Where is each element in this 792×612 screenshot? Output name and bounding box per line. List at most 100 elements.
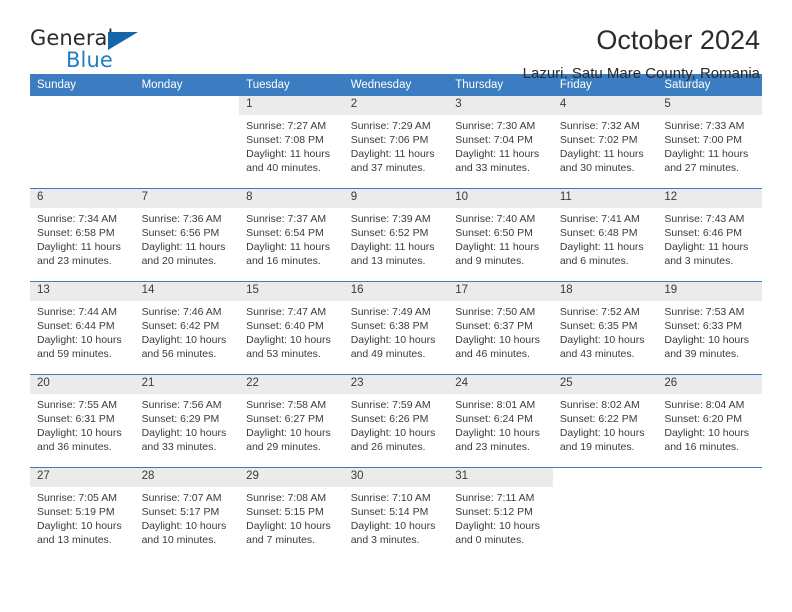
calendar-day-cell[interactable]: 21 Sunrise: 7:56 AM Sunset: 6:29 PM Dayligh…	[134, 375, 240, 467]
calendar-day-cell[interactable]: 1 Sunrise: 7:27 AM Sunset: 7:08 PM Daylight…	[239, 96, 344, 188]
sunset-text: Sunset: 7:00 PM	[664, 134, 743, 147]
daylight-text-line1: Daylight: 10 hours	[350, 334, 436, 347]
brand-triangle-icon	[108, 32, 138, 50]
sunset-text: Sunset: 6:44 PM	[37, 320, 115, 333]
day-details: Sunrise: 7:44 AM Sunset: 6:44 PM Daylight:…	[30, 301, 135, 361]
day-details: Sunrise: 7:34 AM Sunset: 6:58 PM Daylight:…	[30, 208, 135, 268]
sunset-text: Sunset: 5:17 PM	[141, 506, 220, 519]
day-number: 13	[30, 282, 135, 301]
daylight-text-line1: Daylight: 11 hours	[37, 241, 121, 254]
sunrise-text: Sunrise: 8:01 AM	[455, 399, 536, 411]
daylight-text-line2: and 9 minutes.	[455, 255, 525, 268]
calendar-day-cell[interactable]: 12 Sunrise: 7:43 AM Sunset: 6:46 PM Dayligh…	[657, 189, 762, 281]
day-details: Sunrise: 7:50 AM Sunset: 6:37 PM Daylight:…	[448, 301, 553, 361]
calendar-day-cell[interactable]: 14 Sunrise: 7:46 AM Sunset: 6:42 PM Dayligh…	[134, 282, 240, 374]
day-number: 25	[552, 375, 658, 394]
calendar-day-cell[interactable]: 16 Sunrise: 7:49 AM Sunset: 6:38 PM Dayligh…	[343, 282, 449, 374]
sunrise-text: Sunrise: 8:04 AM	[664, 399, 745, 411]
calendar-day-cell[interactable]: 2 Sunrise: 7:29 AM Sunset: 7:06 PM Daylight…	[343, 96, 449, 188]
sunset-text: Sunset: 5:19 PM	[37, 506, 115, 519]
calendar-day-cell[interactable]: 27 Sunrise: 7:05 AM Sunset: 5:19 PM Dayligh…	[30, 468, 135, 560]
calendar-day-cell[interactable]: 5 Sunrise: 7:33 AM Sunset: 7:00 PM Daylight…	[657, 96, 762, 188]
daylight-text-line2: and 19 minutes.	[559, 441, 635, 454]
sunrise-text: Sunrise: 7:11 AM	[455, 492, 535, 504]
calendar-day-cell[interactable]: 11 Sunrise: 7:41 AM Sunset: 6:48 PM Dayligh…	[552, 189, 658, 281]
sunset-text: Sunset: 6:46 PM	[664, 227, 743, 240]
sunset-text: Sunset: 6:56 PM	[141, 227, 220, 240]
sunrise-text: Sunrise: 7:49 AM	[350, 306, 431, 318]
daylight-text-line2: and 20 minutes.	[141, 255, 217, 268]
weekday-header-monday: Monday	[134, 74, 240, 96]
brand-logo[interactable]: General Blue	[30, 26, 180, 71]
brand-name-blue: Blue	[66, 48, 113, 72]
calendar-day-cell[interactable]: 15 Sunrise: 7:47 AM Sunset: 6:40 PM Dayligh…	[239, 282, 344, 374]
calendar-day-cell[interactable]: 6 Sunrise: 7:34 AM Sunset: 6:58 PM Daylight…	[30, 189, 135, 281]
daylight-text-line1: Daylight: 11 hours	[455, 148, 540, 161]
day-number: 6	[30, 189, 135, 208]
day-number: 23	[343, 375, 449, 394]
calendar-day-cell[interactable]: 28 Sunrise: 7:07 AM Sunset: 5:17 PM Dayligh…	[134, 468, 240, 560]
daylight-text-line1: Daylight: 10 hours	[350, 427, 436, 440]
sunrise-text: Sunrise: 8:02 AM	[559, 399, 640, 411]
sunset-text: Sunset: 6:37 PM	[455, 320, 533, 333]
sunset-text: Sunset: 7:04 PM	[455, 134, 533, 147]
sunset-text: Sunset: 6:33 PM	[664, 320, 743, 333]
daylight-text-line1: Daylight: 10 hours	[141, 520, 227, 533]
sunrise-text: Sunrise: 7:50 AM	[455, 306, 536, 318]
day-number: 12	[657, 189, 762, 208]
daylight-text-line1: Daylight: 10 hours	[246, 334, 331, 347]
daylight-text-line2: and 13 minutes.	[37, 534, 112, 547]
calendar-day-cell[interactable]: 26 Sunrise: 8:04 AM Sunset: 6:20 PM Dayligh…	[657, 375, 762, 467]
daylight-text-line1: Daylight: 10 hours	[246, 520, 331, 533]
day-details: Sunrise: 7:27 AM Sunset: 7:08 PM Daylight:…	[239, 115, 344, 175]
calendar-day-cell[interactable]: 20 Sunrise: 7:55 AM Sunset: 6:31 PM Dayligh…	[30, 375, 135, 467]
day-number: 8	[239, 189, 344, 208]
sunset-text: Sunset: 7:08 PM	[246, 134, 324, 147]
day-details: Sunrise: 7:11 AM Sunset: 5:12 PM Daylight:…	[448, 487, 553, 547]
day-number: 7	[134, 189, 240, 208]
calendar-day-cell[interactable]: 7 Sunrise: 7:36 AM Sunset: 6:56 PM Daylight…	[134, 189, 240, 281]
daylight-text-line2: and 39 minutes.	[664, 348, 740, 361]
daylight-text-line2: and 37 minutes.	[350, 162, 426, 175]
calendar-day-cell[interactable]: 13 Sunrise: 7:44 AM Sunset: 6:44 PM Dayligh…	[30, 282, 135, 374]
calendar-day-cell[interactable]: 29 Sunrise: 7:08 AM Sunset: 5:15 PM Dayligh…	[239, 468, 344, 560]
sunrise-text: Sunrise: 7:56 AM	[141, 399, 222, 411]
daylight-text-line2: and 26 minutes.	[350, 441, 426, 454]
daylight-text-line1: Daylight: 10 hours	[559, 334, 645, 347]
calendar-day-cell[interactable]: 24 Sunrise: 8:01 AM Sunset: 6:24 PM Dayligh…	[448, 375, 553, 467]
calendar-day-cell[interactable]: 3 Sunrise: 7:30 AM Sunset: 7:04 PM Daylight…	[448, 96, 553, 188]
sunrise-text: Sunrise: 7:27 AM	[246, 120, 327, 132]
sunset-text: Sunset: 5:15 PM	[246, 506, 324, 519]
daylight-text-line1: Daylight: 10 hours	[37, 427, 122, 440]
sunrise-text: Sunrise: 7:36 AM	[141, 213, 222, 225]
calendar-day-cell[interactable]: 25 Sunrise: 8:02 AM Sunset: 6:22 PM Dayligh…	[552, 375, 658, 467]
calendar-week-row: 1 Sunrise: 7:27 AM Sunset: 7:08 PM Daylight…	[30, 96, 762, 189]
daylight-text-line1: Daylight: 11 hours	[664, 241, 749, 254]
daylight-text-line1: Daylight: 10 hours	[664, 427, 750, 440]
calendar-day-cell[interactable]: 9 Sunrise: 7:39 AM Sunset: 6:52 PM Daylight…	[343, 189, 449, 281]
calendar-day-cell[interactable]: 30 Sunrise: 7:10 AM Sunset: 5:14 PM Dayligh…	[343, 468, 449, 560]
day-number: 14	[134, 282, 240, 301]
daylight-text-line2: and 36 minutes.	[37, 441, 112, 454]
sunrise-text: Sunrise: 7:58 AM	[246, 399, 327, 411]
sunset-text: Sunset: 6:42 PM	[141, 320, 220, 333]
calendar-day-cell[interactable]: 4 Sunrise: 7:32 AM Sunset: 7:02 PM Daylight…	[552, 96, 658, 188]
sunrise-text: Sunrise: 7:08 AM	[246, 492, 327, 504]
daylight-text-line1: Daylight: 11 hours	[246, 148, 330, 161]
calendar-day-cell[interactable]: 31 Sunrise: 7:11 AM Sunset: 5:12 PM Dayligh…	[448, 468, 553, 560]
day-number	[657, 468, 762, 487]
daylight-text-line2: and 53 minutes.	[246, 348, 321, 361]
calendar-day-cell[interactable]: 19 Sunrise: 7:53 AM Sunset: 6:33 PM Dayligh…	[657, 282, 762, 374]
daylight-text-line1: Daylight: 11 hours	[559, 241, 644, 254]
calendar-day-cell[interactable]: 22 Sunrise: 7:58 AM Sunset: 6:27 PM Dayligh…	[239, 375, 344, 467]
calendar-day-cell[interactable]: 10 Sunrise: 7:40 AM Sunset: 6:50 PM Dayligh…	[448, 189, 553, 281]
sunset-text: Sunset: 5:12 PM	[455, 506, 533, 519]
calendar-day-cell[interactable]: 8 Sunrise: 7:37 AM Sunset: 6:54 PM Daylight…	[239, 189, 344, 281]
calendar-day-cell[interactable]: 23 Sunrise: 7:59 AM Sunset: 6:26 PM Dayligh…	[343, 375, 449, 467]
day-details: Sunrise: 7:36 AM Sunset: 6:56 PM Daylight:…	[135, 208, 240, 268]
calendar-day-cell[interactable]: 17 Sunrise: 7:50 AM Sunset: 6:37 PM Dayligh…	[448, 282, 553, 374]
daylight-text-line1: Daylight: 11 hours	[455, 241, 540, 254]
calendar-day-cell[interactable]: 18 Sunrise: 7:52 AM Sunset: 6:35 PM Dayligh…	[552, 282, 658, 374]
sunset-text: Sunset: 6:38 PM	[350, 320, 429, 333]
day-details: Sunrise: 7:29 AM Sunset: 7:06 PM Daylight:…	[344, 115, 449, 175]
